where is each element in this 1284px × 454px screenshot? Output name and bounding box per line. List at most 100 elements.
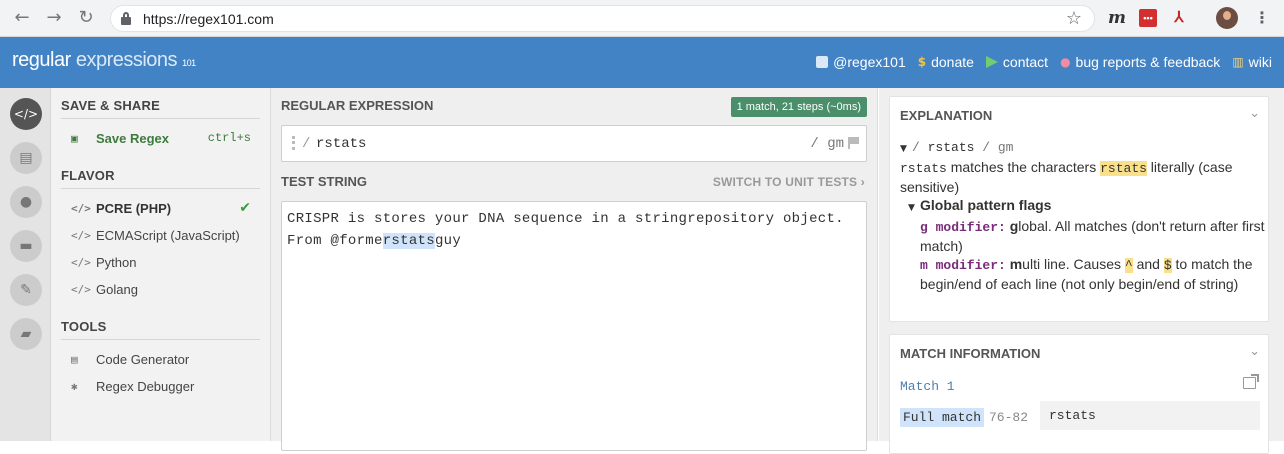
literal-token: rstats (1100, 161, 1147, 176)
twitter-link-label: @regex101 (833, 54, 906, 70)
tool-label: Code Generator (96, 351, 190, 367)
regex-debugger-link[interactable]: ✱ Regex Debugger (71, 376, 261, 396)
code-icon: </> (71, 255, 91, 269)
site-logo[interactable]: regular expressions 101 (12, 49, 196, 72)
code-icon: </> (71, 282, 91, 296)
regex-delimiter: / (302, 136, 311, 152)
match-label: Match 1 (900, 379, 955, 394)
browser-menu-icon[interactable]: ⋮ (1253, 9, 1271, 27)
test-string-text[interactable]: CRISPR is stores your DNA sequence in a … (287, 208, 844, 252)
divider (61, 118, 260, 119)
m-text: ulti line. Causes (1022, 256, 1125, 272)
wrench-icon[interactable]: ✎ (10, 274, 42, 306)
code-icon: </> (71, 201, 91, 215)
save-icon: ▣ (71, 131, 78, 145)
twitter-link[interactable]: @regex101 (816, 54, 906, 70)
extension-m-icon[interactable]: m (1108, 9, 1126, 27)
flavor-golang[interactable]: </> Golang (71, 279, 261, 299)
address-url[interactable]: https://regex101.com (143, 11, 274, 27)
regex-pattern-text: rstats (927, 140, 975, 155)
main-panel: REGULAR EXPRESSION 1 match, 21 steps (~0… (271, 88, 878, 451)
bug-icon: ✱ (71, 379, 78, 393)
test-line-2-post: guy (434, 233, 462, 249)
drag-handle-icon[interactable] (292, 136, 295, 150)
m-modifier: m modifier: (920, 258, 1006, 273)
match-info-title: MATCH INFORMATION (900, 346, 1041, 361)
match-information-card: MATCH INFORMATION ⌄ Match 1 Full match 7… (889, 334, 1269, 454)
flavor-ecmascript[interactable]: </> ECMAScript (JavaScript) (71, 225, 261, 245)
chat-icon[interactable]: ▰ (10, 318, 42, 350)
g-modifier-desc: g modifier: global. All matches (don't r… (900, 217, 1266, 255)
flavor-title: FLAVOR (61, 168, 115, 183)
regex-pattern[interactable]: rstats (316, 136, 366, 152)
explanation-title: EXPLANATION (900, 108, 993, 123)
file-code-icon: ▤ (71, 352, 78, 366)
save-shortcut: ctrl+s (207, 131, 251, 145)
code-generator-link[interactable]: ▤ Code Generator (71, 349, 261, 369)
sidebar: SAVE & SHARE ▣ Save Regex ctrl+s FLAVOR … (51, 88, 271, 441)
bug-icon: ● (1060, 55, 1071, 69)
forward-icon[interactable]: → (44, 8, 64, 28)
dollar-icon: $ (917, 55, 927, 69)
regex-open: / (912, 140, 928, 155)
user-icon[interactable]: ● (10, 186, 42, 218)
export-icon[interactable] (1243, 374, 1259, 389)
extension-pdf-icon[interactable]: ⅄ (1170, 9, 1188, 27)
reload-icon[interactable]: ↻ (76, 8, 96, 28)
contact-link[interactable]: contact (985, 54, 1048, 70)
bookmark-star-icon[interactable]: ☆ (1066, 8, 1082, 29)
extension-red-icon[interactable]: ••• (1139, 9, 1157, 27)
flavor-label: Golang (96, 281, 138, 297)
tools-title: TOOLS (61, 319, 107, 334)
back-icon[interactable]: ← (12, 8, 32, 28)
logo-sub: 101 (182, 58, 196, 68)
g-modifier: g modifier: (920, 220, 1006, 235)
flag-icon[interactable] (848, 137, 859, 149)
paper-plane-icon (985, 56, 998, 68)
chevron-down-icon[interactable]: ⌄ (1249, 106, 1260, 121)
test-string-input[interactable]: CRISPR is stores your DNA sequence in a … (281, 201, 867, 451)
explanation-desc: rstats matches the characters rstats lit… (900, 158, 1266, 196)
caret-down-icon[interactable]: ▼ (908, 199, 920, 217)
match-value: rstats (1040, 401, 1260, 430)
token: rstats (900, 161, 947, 176)
chevron-down-icon[interactable]: ⌄ (1249, 344, 1260, 359)
donate-link[interactable]: $ donate (918, 54, 974, 70)
explanation-body: ▼ / rstats / gm rstats matches the charac… (900, 137, 1266, 293)
code-icon: </> (71, 228, 91, 242)
regex-flags[interactable]: / gm (810, 136, 844, 152)
flavor-python[interactable]: </> Python (71, 252, 261, 272)
logo-text-main: regular (12, 49, 71, 71)
m-text: and (1132, 256, 1164, 272)
donate-link-label: donate (931, 54, 974, 70)
bug-report-link[interactable]: ● bug reports & feedback (1060, 54, 1220, 70)
book-icon[interactable]: ▤ (10, 142, 42, 174)
m-modifier-desc: m modifier: multi line. Causes ^ and $ t… (900, 255, 1266, 293)
wiki-link[interactable]: ▥ wiki (1232, 54, 1272, 70)
explanation-regex-line: ▼ / rstats / gm (900, 137, 1266, 158)
flavor-label: ECMAScript (JavaScript) (96, 227, 240, 243)
flavor-pcre[interactable]: </> PCRE (PHP) ✔ (71, 198, 261, 218)
caret-down-icon[interactable]: ▼ (900, 140, 912, 158)
logo-text-thin: expressions (70, 49, 178, 71)
browser-toolbar: ← → ↻ https://regex101.com ☆ m ••• ⅄ ⋮ (0, 0, 1284, 37)
save-regex-button[interactable]: ▣ Save Regex ctrl+s (71, 128, 261, 148)
divider (61, 188, 260, 189)
desc-text: matches the characters (946, 159, 1101, 175)
icon-rail: </> ▤ ● ▬ ✎ ▰ (0, 88, 51, 441)
m-bold: m (1009, 256, 1023, 272)
dollar-token: $ (1163, 258, 1172, 273)
explanation-card: EXPLANATION ⌄ ▼ / rstats / gm rstats matc… (889, 96, 1269, 322)
full-match-badge: Full match (900, 408, 985, 427)
divider (61, 339, 260, 340)
switch-to-unit-tests-link[interactable]: SWITCH TO UNIT TESTS › (713, 175, 865, 189)
bug-report-link-label: bug reports & feedback (1075, 54, 1221, 70)
regex-flags-text: / gm (974, 140, 1014, 155)
wiki-link-label: wiki (1248, 54, 1272, 70)
code-icon[interactable]: </> (10, 98, 42, 130)
gamepad-icon[interactable]: ▬ (10, 230, 42, 262)
library-icon: ▥ (1232, 55, 1244, 69)
address-bar[interactable]: https://regex101.com ☆ (110, 5, 1095, 32)
profile-avatar[interactable] (1216, 7, 1238, 29)
regex-input[interactable]: / rstats / gm (281, 125, 867, 162)
